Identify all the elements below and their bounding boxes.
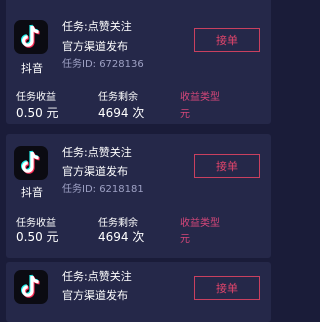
app-name: 抖音 [21, 62, 43, 75]
task-channel: 官方渠道发布 [62, 40, 128, 53]
take-order-button[interactable]: 接单 [194, 154, 260, 178]
income-type-value: 元 [180, 234, 190, 245]
tiktok-logo-icon [14, 146, 48, 180]
tiktok-logo-icon [14, 270, 48, 304]
take-order-button[interactable]: 接单 [194, 28, 260, 52]
income-label: 任务收益 [16, 218, 56, 229]
income-type-value: 元 [180, 109, 190, 120]
task-card: 抖音 任务:点赞关注 官方渠道发布 任务ID: 6728136 接单 任务收益 … [6, 0, 271, 124]
remaining-label: 任务剩余 [98, 92, 138, 103]
app-name: 抖音 [21, 186, 43, 199]
tiktok-logo-icon [14, 20, 48, 54]
remaining-value: 4694 次 [98, 230, 145, 244]
task-channel: 官方渠道发布 [62, 165, 128, 178]
task-title: 任务:点赞关注 [62, 20, 132, 33]
income-type-label: 收益类型 [180, 92, 220, 103]
income-label: 任务收益 [16, 92, 56, 103]
income-value: 0.50 元 [16, 106, 59, 120]
task-title: 任务:点赞关注 [62, 270, 132, 283]
remaining-value: 4694 次 [98, 106, 145, 120]
task-id: 任务ID: 6218181 [62, 184, 144, 195]
task-channel: 官方渠道发布 [62, 289, 128, 302]
take-order-button[interactable]: 接单 [194, 276, 260, 300]
task-title: 任务:点赞关注 [62, 146, 132, 159]
task-card: 任务:点赞关注 官方渠道发布 接单 [6, 262, 271, 322]
task-card: 抖音 任务:点赞关注 官方渠道发布 任务ID: 6218181 接单 任务收益 … [6, 134, 271, 258]
remaining-label: 任务剩余 [98, 218, 138, 229]
task-id: 任务ID: 6728136 [62, 59, 144, 70]
income-type-label: 收益类型 [180, 218, 220, 229]
income-value: 0.50 元 [16, 230, 59, 244]
